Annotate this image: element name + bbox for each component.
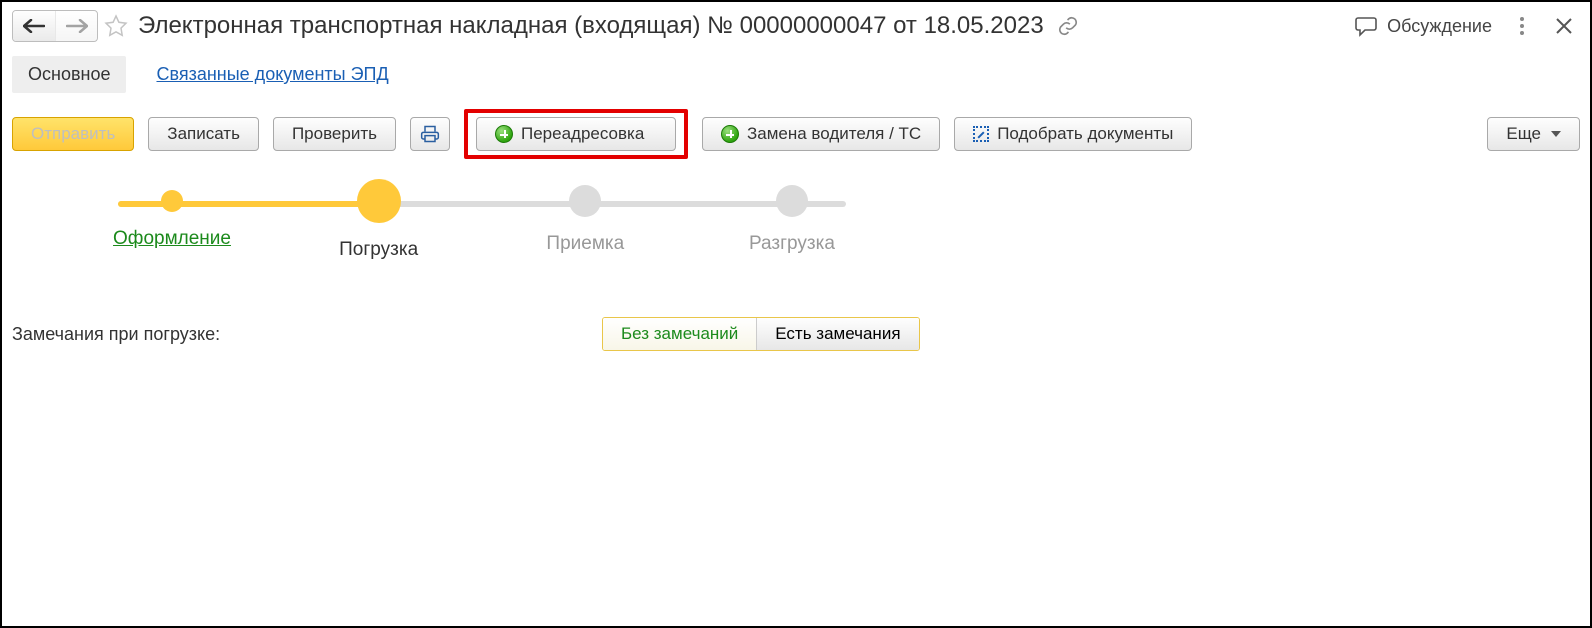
step-label: Разгрузка — [749, 233, 835, 255]
step-1[interactable]: Оформление — [102, 185, 242, 261]
remarks-label: Замечания при погрузке: — [12, 324, 602, 345]
printer-icon — [420, 124, 440, 144]
more-button[interactable]: Еще — [1487, 117, 1580, 151]
tab-linked-docs[interactable]: Связанные документы ЭПД — [140, 56, 404, 93]
step-dot — [161, 190, 183, 212]
send-button[interactable]: Отправить — [12, 117, 134, 151]
discussion-label: Обсуждение — [1387, 16, 1492, 37]
remarks-toggle: Без замечаний Есть замечания — [602, 317, 920, 351]
chat-icon — [1355, 15, 1379, 37]
nav-back-forward — [12, 10, 98, 42]
step-2[interactable]: Погрузка — [309, 185, 449, 261]
step-dot — [357, 179, 401, 223]
change-driver-label: Замена водителя / ТС — [747, 124, 921, 144]
tab-main[interactable]: Основное — [12, 56, 126, 93]
step-dot — [569, 185, 601, 217]
arrow-left-icon — [23, 19, 45, 33]
discussion-button[interactable]: Обсуждение — [1355, 15, 1492, 37]
step-label: Погрузка — [339, 239, 418, 261]
step-label[interactable]: Оформление — [113, 228, 231, 250]
highlight-reroute: Переадресовка — [464, 109, 688, 159]
section-tabs: Основное Связанные документы ЭПД — [12, 56, 1580, 93]
plus-icon — [495, 125, 513, 143]
save-button[interactable]: Записать — [148, 117, 259, 151]
arrow-right-icon — [66, 19, 88, 33]
chevron-down-icon — [1551, 131, 1561, 137]
step-label: Приемка — [546, 233, 624, 255]
toolbar: Отправить Записать Проверить Переадресов… — [12, 109, 1580, 159]
print-button[interactable] — [410, 117, 450, 151]
remarks-none-button[interactable]: Без замечаний — [603, 318, 756, 350]
pick-documents-button[interactable]: Подобрать документы — [954, 117, 1192, 151]
page-title: Электронная транспортная накладная (вход… — [138, 12, 1044, 40]
header-right: Обсуждение — [1355, 14, 1580, 38]
remarks-has-button[interactable]: Есть замечания — [756, 318, 918, 350]
header: Электронная транспортная накладная (вход… — [12, 10, 1580, 42]
favorite-star-icon[interactable] — [104, 14, 128, 38]
progress-stepper: Оформление Погрузка Приемка Разгрузка — [12, 185, 1580, 261]
step-4[interactable]: Разгрузка — [722, 185, 862, 261]
link-icon[interactable] — [1056, 14, 1080, 38]
plus-icon — [721, 125, 739, 143]
nav-back-button[interactable] — [13, 11, 55, 41]
change-driver-button[interactable]: Замена водителя / ТС — [702, 117, 940, 151]
select-icon — [973, 126, 989, 142]
reroute-label: Переадресовка — [521, 124, 644, 144]
step-3[interactable]: Приемка — [515, 185, 655, 261]
kebab-menu-icon[interactable] — [1510, 14, 1534, 38]
reroute-button[interactable]: Переадресовка — [476, 117, 676, 151]
step-dot — [776, 185, 808, 217]
nav-forward-button[interactable] — [55, 11, 97, 41]
remarks-row: Замечания при погрузке: Без замечаний Ес… — [12, 317, 1580, 351]
check-button[interactable]: Проверить — [273, 117, 396, 151]
document-form: Электронная транспортная накладная (вход… — [0, 0, 1592, 628]
more-label: Еще — [1506, 124, 1541, 144]
pick-documents-label: Подобрать документы — [997, 124, 1173, 144]
close-icon[interactable] — [1552, 14, 1576, 38]
